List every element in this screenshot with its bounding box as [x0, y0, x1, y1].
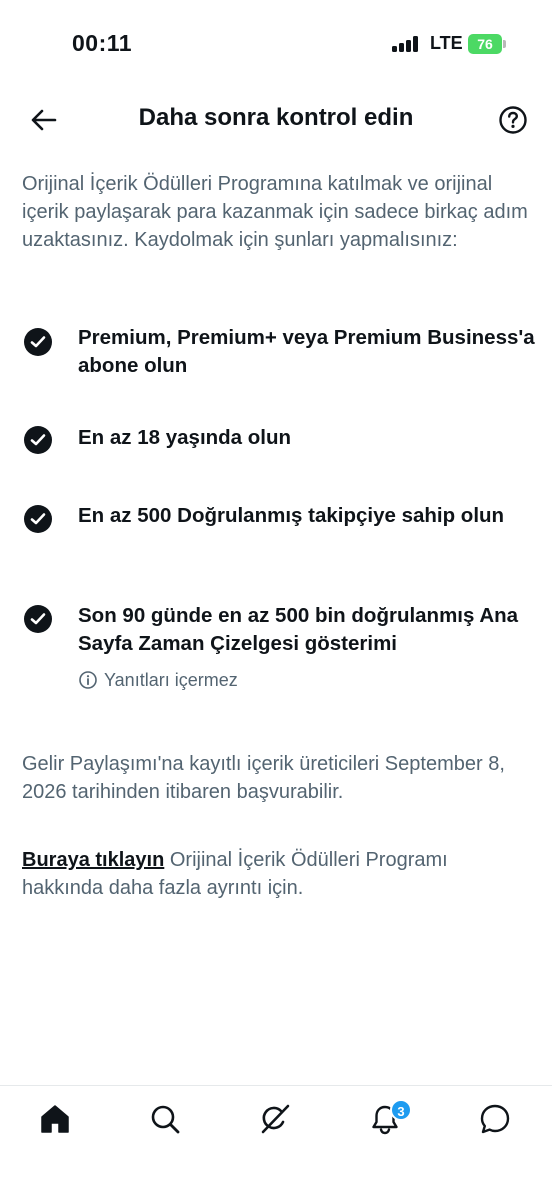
signal-icon: [392, 36, 422, 52]
question-circle-icon: [499, 106, 527, 134]
battery-level: 76: [468, 34, 502, 54]
page-title: Daha sonra kontrol edin: [138, 104, 414, 131]
note-text: Yanıtları içermez: [104, 670, 238, 690]
nav-grok[interactable]: [258, 1102, 292, 1136]
check-circle-icon: [24, 605, 52, 633]
click-here-link[interactable]: Buraya tıklayın: [22, 849, 164, 871]
check-circle-icon: [24, 426, 52, 454]
check-circle-icon: [24, 328, 52, 356]
search-icon: [151, 1105, 180, 1134]
messages-icon: [480, 1104, 510, 1134]
grok-icon: [261, 1104, 290, 1134]
requirement-text: Premium, Premium+ veya Premium Business'…: [78, 326, 535, 377]
status-time: 00:11: [72, 30, 133, 56]
requirement-text: En az 18 yaşında olun: [78, 426, 292, 449]
network-type: LTE: [430, 33, 463, 53]
header: Daha sonra kontrol edin: [0, 92, 552, 148]
status-bar: 00:11 LTE 76: [0, 0, 552, 90]
notifications-badge: 3: [390, 1099, 412, 1121]
battery-icon: 76: [468, 34, 506, 54]
nav-home[interactable]: [38, 1102, 72, 1136]
home-icon: [41, 1105, 69, 1133]
revenue-share-text: Gelir Paylaşımı'na kayıtlı içerik üretic…: [22, 753, 505, 803]
more-info-text: Buraya tıklayın Orijinal İçerik Ödülleri…: [22, 846, 532, 902]
intro-text: Orijinal İçerik Ödülleri Programına katı…: [22, 173, 528, 251]
requirement-text: En az 500 Doğrulanmış takipçiye sahip ol…: [78, 504, 505, 527]
nav-messages[interactable]: [478, 1102, 512, 1136]
bottom-nav: 3: [0, 1085, 552, 1200]
check-circle-icon: [24, 505, 52, 533]
help-button[interactable]: [497, 104, 529, 136]
requirement-text: Son 90 günde en az 500 bin doğrulanmış A…: [78, 604, 519, 655]
info-icon: [79, 671, 97, 689]
nav-search[interactable]: [148, 1102, 182, 1136]
